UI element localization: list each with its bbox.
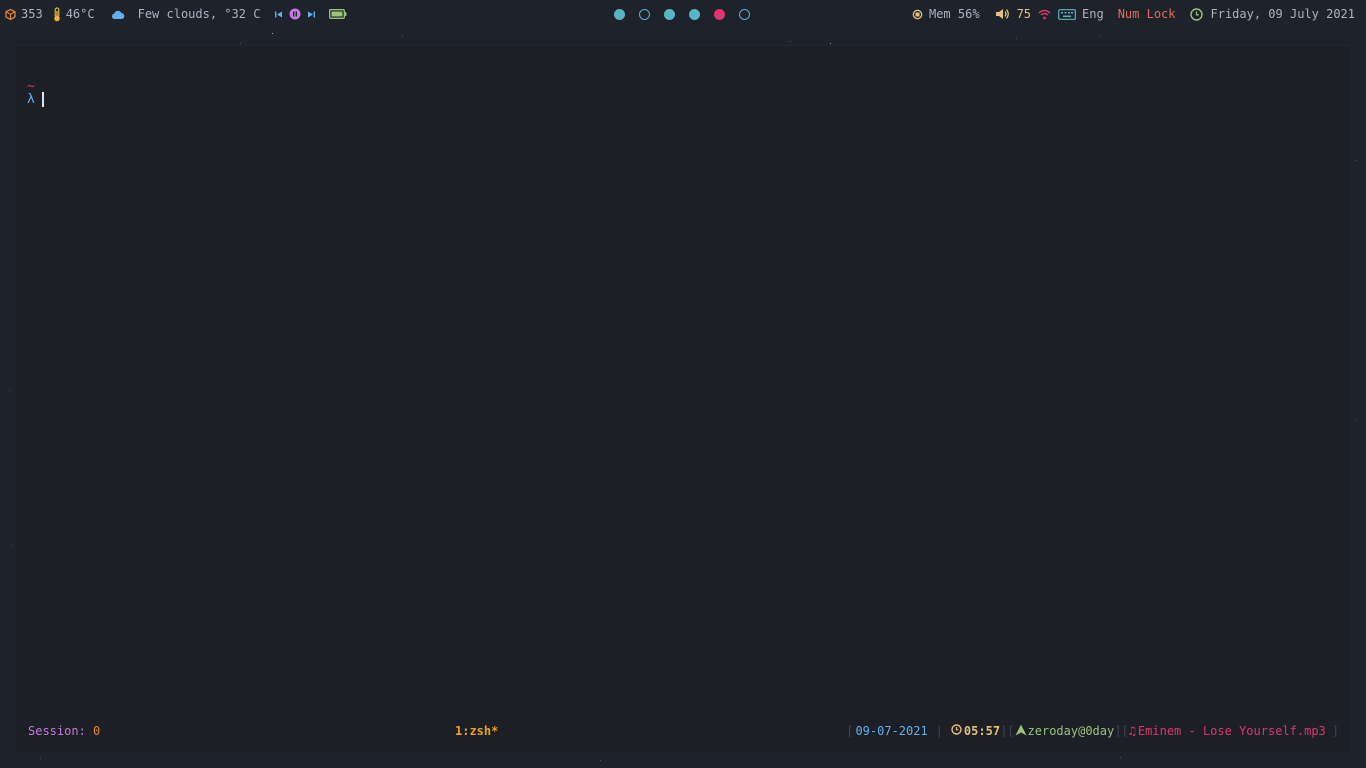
date-time: Friday, 09 July 2021 <box>1210 7 1356 21</box>
workspace-4[interactable] <box>689 8 700 20</box>
workspace-1[interactable] <box>614 8 625 20</box>
num-lock-indicator: Num Lock <box>1118 7 1176 21</box>
status-time: 05:57 <box>963 724 1001 738</box>
top-status-bar: 353 46°C Few clouds, °32 C Mem 56% 75 En… <box>0 0 1366 28</box>
session-indicator: Session: 0 <box>28 724 100 738</box>
volume-module[interactable]: 75 <box>995 7 1031 21</box>
play-pause-icon[interactable] <box>289 8 301 20</box>
volume-icon <box>995 8 1009 20</box>
workspace-2[interactable] <box>639 8 650 20</box>
arch-logo-icon <box>1015 724 1027 739</box>
weather-module[interactable]: Few clouds, °32 C <box>110 7 261 21</box>
status-right: [ 09-07-2021 | 05:57 ] [ zeroday@0day ] … <box>846 724 1339 739</box>
workspace-indicator <box>614 8 764 20</box>
clock-icon <box>1189 7 1203 21</box>
cloud-icon <box>110 9 125 20</box>
battery-icon <box>329 9 347 19</box>
package-icon <box>5 8 16 20</box>
bracket-close: ] <box>1000 724 1008 738</box>
packages-module[interactable]: 353 <box>5 7 43 21</box>
prompt-symbol: λ <box>27 92 35 107</box>
clock-icon <box>951 724 962 738</box>
wifi-module[interactable] <box>1038 9 1051 20</box>
workspace-6[interactable] <box>739 8 750 20</box>
bracket-open: [ <box>1007 724 1015 738</box>
skip-next-icon[interactable] <box>307 10 316 19</box>
thermometer-icon <box>52 6 62 22</box>
terminal-window[interactable]: ~ λ Session: 0 1:zsh* [ 09-07-2021 | 05:… <box>16 45 1349 752</box>
bar-left-modules: 353 46°C Few clouds, °32 C <box>0 0 347 28</box>
memory-module[interactable]: Mem 56% <box>912 7 980 21</box>
media-controls <box>274 8 316 20</box>
cpu-temperature: 46°C <box>65 7 95 21</box>
status-date: 09-07-2021 <box>855 724 928 738</box>
session-label: Session: <box>28 724 94 738</box>
packages-count: 353 <box>21 7 43 21</box>
tmux-status-line: Session: 0 1:zsh* [ 09-07-2021 | 05:57 ]… <box>16 721 1349 741</box>
battery-module[interactable] <box>329 9 347 19</box>
wifi-icon <box>1038 9 1051 20</box>
keyboard-icon <box>1058 8 1076 20</box>
volume-level: 75 <box>1016 7 1032 21</box>
user-host: zeroday@0day <box>1027 724 1115 738</box>
temperature-module[interactable]: 46°C <box>52 6 95 22</box>
separator: | <box>935 724 943 738</box>
clock-module[interactable]: Friday, 09 July 2021 <box>1189 7 1356 21</box>
window-tab-1[interactable]: 1:zsh* <box>455 724 498 738</box>
workspace-3[interactable] <box>664 8 675 20</box>
memory-usage: Mem 56% <box>928 7 980 21</box>
workspace-5[interactable] <box>714 8 725 20</box>
skip-previous-icon[interactable] <box>274 10 283 19</box>
now-playing: Eminem - Lose Yourself.mp3 <box>1137 724 1326 738</box>
bracket-close: ] <box>1114 724 1122 738</box>
memory-chip-icon <box>912 9 923 20</box>
num-lock-label: Num Lock <box>1117 7 1176 21</box>
session-number: 0 <box>93 724 101 738</box>
bracket-open: [ <box>846 724 854 738</box>
music-note-icon: ♫ <box>1128 724 1136 738</box>
keyboard-layout-module[interactable]: Eng <box>1058 7 1104 21</box>
weather-text: Few clouds, °32 C <box>137 7 261 21</box>
prompt-line[interactable]: λ <box>27 92 44 107</box>
bracket-open: [ <box>1121 724 1129 738</box>
bar-right-modules: Mem 56% 75 Eng Num Lock Friday, 09 July … <box>912 0 1366 28</box>
bracket-close: ] <box>1331 724 1339 738</box>
keyboard-layout: Eng <box>1082 7 1104 21</box>
text-cursor <box>41 92 44 107</box>
